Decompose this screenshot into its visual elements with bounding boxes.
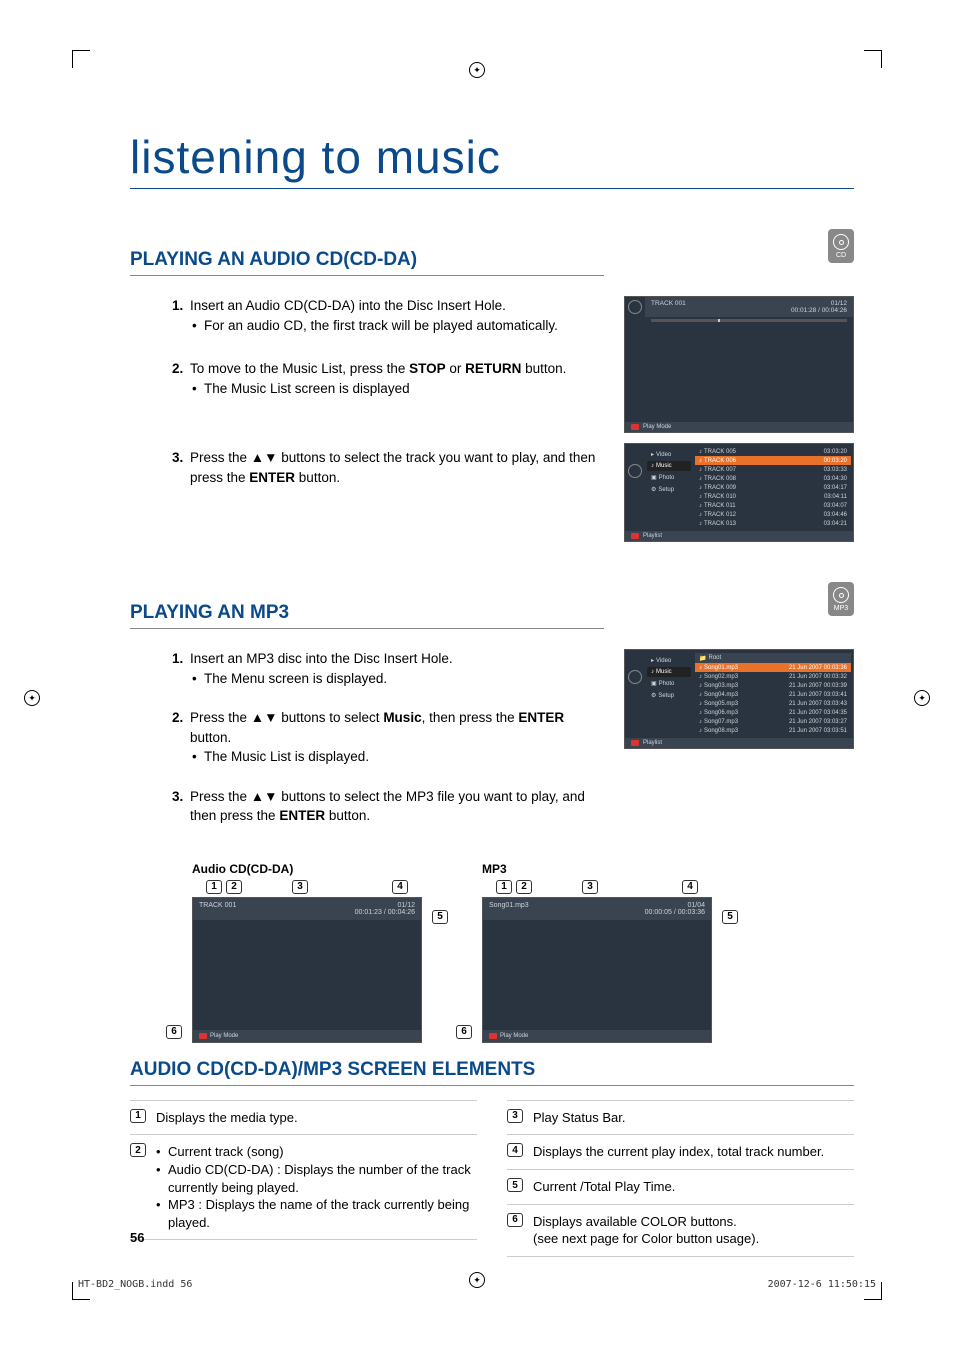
page-title: listening to music xyxy=(130,130,854,189)
cd-badge-icon: CD xyxy=(828,229,854,263)
mp3-badge-icon: MP3 xyxy=(828,582,854,616)
section-heading: AUDIO CD(CD-DA)/MP3 SCREEN ELEMENTS xyxy=(130,1059,854,1086)
step-note: The Music List is displayed. xyxy=(190,747,604,767)
tab-music: ♪Music xyxy=(647,461,691,471)
crop-mark xyxy=(864,50,882,68)
tab-video: ▸Video xyxy=(647,449,691,460)
screenshot-player: TRACK 00101/1200:01:28 / 00:04:26 Play M… xyxy=(624,296,854,433)
tab-video: ▸Video xyxy=(647,655,691,666)
annotated-mp3-screenshot: MP3 1 2 3 4 Song01.mp301/0400:00:05 / 00… xyxy=(482,862,712,1043)
callout-2: 2 xyxy=(226,880,242,894)
step: 2.To move to the Music List, press the S… xyxy=(190,359,604,398)
element-row: 6 Displays available COLOR buttons.(see … xyxy=(507,1205,854,1257)
registration-mark-icon: ✦ xyxy=(24,690,40,706)
print-meta: HT-BD2_NOGB.indd 56 2007-12-6 11:50:15 xyxy=(78,1279,876,1290)
element-row: 4 Displays the current play index, total… xyxy=(507,1135,854,1170)
crop-mark xyxy=(72,50,90,68)
step-note: The Menu screen is displayed. xyxy=(190,669,604,689)
callout-3: 3 xyxy=(292,880,308,894)
callout-5: 5 xyxy=(432,910,448,924)
tab-setup: ⚙Setup xyxy=(647,690,691,701)
screenshot-tracklist: ▸Video ♪Music ▣Photo ⚙Setup ♪ TRACK 0050… xyxy=(624,443,854,542)
step: 1.Insert an Audio CD(CD-DA) into the Dis… xyxy=(190,296,604,335)
screenshot-mp3list: ▸Video ♪Music ▣Photo ⚙Setup 📁 Root ♪ Son… xyxy=(624,649,854,749)
step: 1.Insert an MP3 disc into the Disc Inser… xyxy=(190,649,604,688)
section-heading: PLAYING AN AUDIO CD(CD-DA) xyxy=(130,249,604,276)
element-row: 1 Displays the media type. xyxy=(130,1100,477,1136)
step: 2.Press the ▲▼ buttons to select Music, … xyxy=(190,708,604,767)
step-note: The Music List screen is displayed xyxy=(190,379,604,399)
step: 3.Press the ▲▼ buttons to select the MP3… xyxy=(190,787,604,826)
step-note: For an audio CD, the first track will be… xyxy=(190,316,604,336)
annotated-cd-screenshot: Audio CD(CD-DA) 1 2 3 4 TRACK 00101/1200… xyxy=(192,862,422,1043)
section-heading: PLAYING AN MP3 xyxy=(130,602,604,629)
tab-photo: ▣Photo xyxy=(647,472,691,483)
tab-photo: ▣Photo xyxy=(647,678,691,689)
tab-setup: ⚙Setup xyxy=(647,484,691,495)
callout-4: 4 xyxy=(392,880,408,894)
element-row: 5 Current /Total Play Time. xyxy=(507,1170,854,1205)
callout-3: 3 xyxy=(582,880,598,894)
element-row: 2 Current track (song) Audio CD(CD-DA) :… xyxy=(130,1135,477,1240)
element-row: 3 Play Status Bar. xyxy=(507,1100,854,1136)
callout-1: 1 xyxy=(206,880,222,894)
callout-1: 1 xyxy=(496,880,512,894)
tab-music: ♪Music xyxy=(647,667,691,677)
registration-mark-icon: ✦ xyxy=(914,690,930,706)
callout-4: 4 xyxy=(682,880,698,894)
registration-mark-icon: ✦ xyxy=(469,62,485,78)
callout-2: 2 xyxy=(516,880,532,894)
callout-6: 6 xyxy=(456,1025,472,1039)
page-number: 56 xyxy=(130,1230,144,1245)
step: 3.Press the ▲▼ buttons to select the tra… xyxy=(190,448,604,487)
callout-5: 5 xyxy=(722,910,738,924)
callout-6: 6 xyxy=(166,1025,182,1039)
